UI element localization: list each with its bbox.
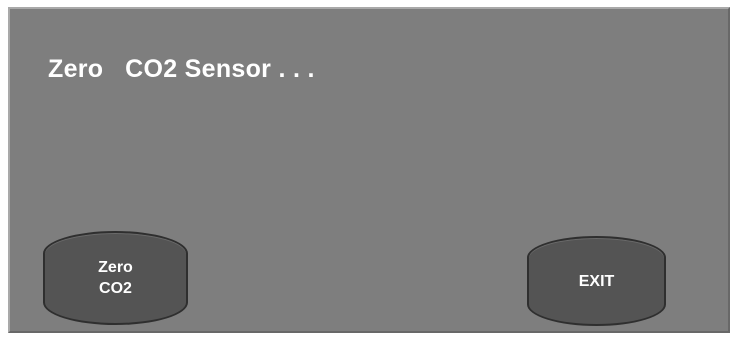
exit-button[interactable]: EXIT <box>527 236 666 326</box>
zero-co2-button[interactable]: Zero CO2 <box>43 231 188 325</box>
sensor-panel: Zero CO2 Sensor . . . Zero CO2 EXIT <box>8 7 730 333</box>
zero-co2-button-label-line1: Zero <box>98 259 133 276</box>
page-title: Zero CO2 Sensor . . . <box>48 55 315 83</box>
zero-co2-button-label-line2: CO2 <box>99 280 132 297</box>
exit-button-label: EXIT <box>578 272 615 290</box>
